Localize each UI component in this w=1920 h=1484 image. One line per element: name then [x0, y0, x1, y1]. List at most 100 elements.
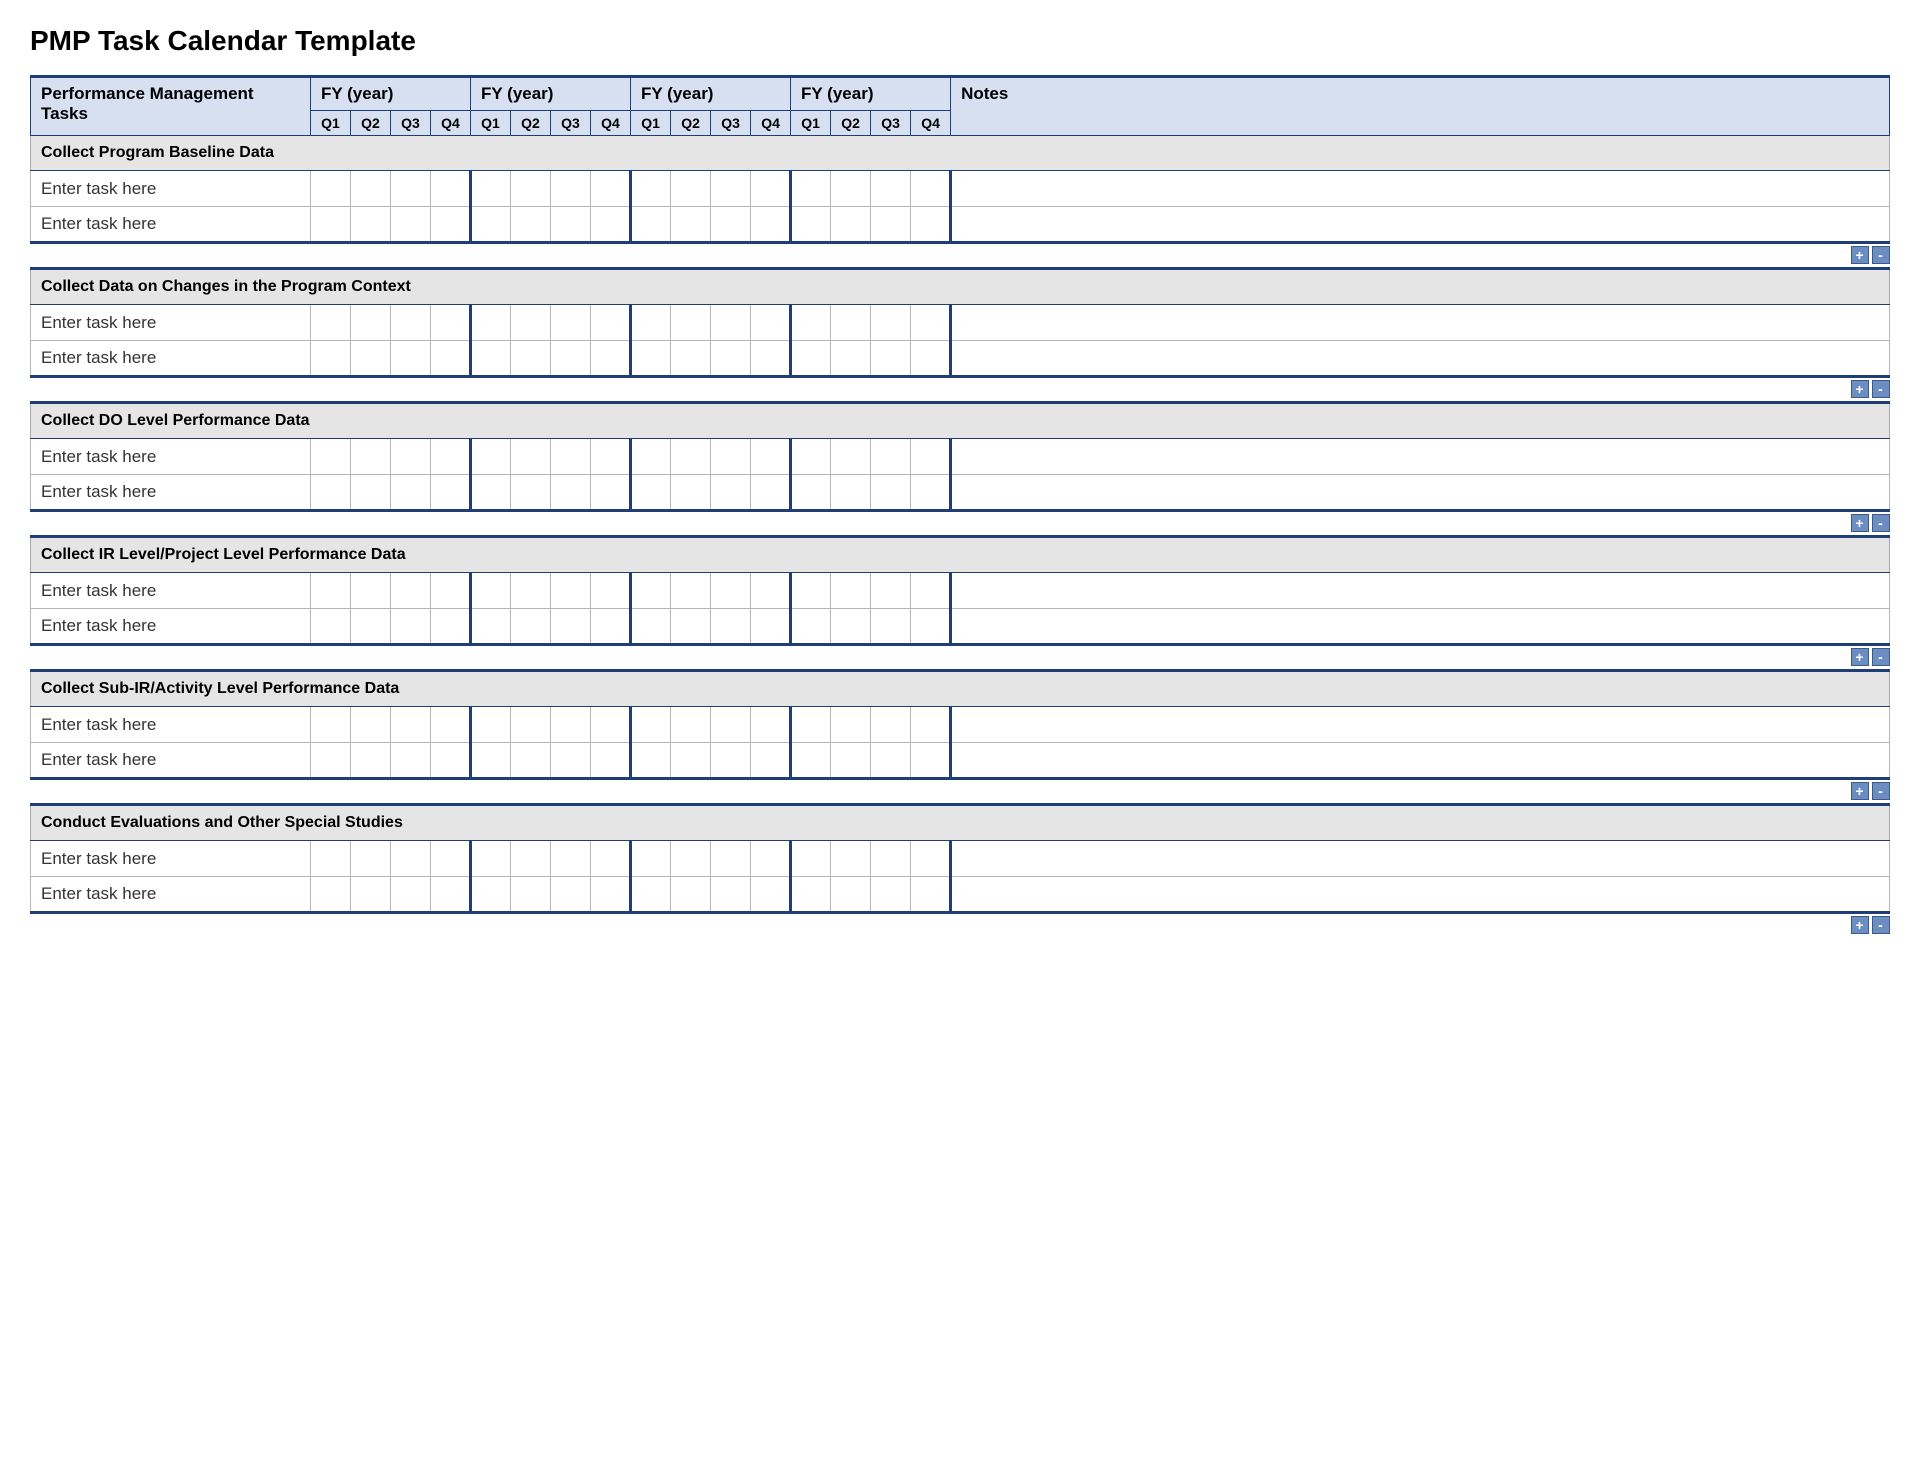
quarter-cell[interactable]: [831, 305, 871, 341]
add-row-button[interactable]: +: [1851, 514, 1869, 532]
notes-cell[interactable]: [951, 341, 1890, 377]
quarter-cell[interactable]: [591, 707, 631, 743]
quarter-cell[interactable]: [391, 877, 431, 913]
quarter-cell[interactable]: [351, 341, 391, 377]
quarter-cell[interactable]: [871, 341, 911, 377]
quarter-cell[interactable]: [791, 341, 831, 377]
quarter-cell[interactable]: [791, 207, 831, 243]
quarter-cell[interactable]: [391, 841, 431, 877]
quarter-cell[interactable]: [591, 171, 631, 207]
notes-cell[interactable]: [951, 475, 1890, 511]
quarter-cell[interactable]: [311, 341, 351, 377]
quarter-cell[interactable]: [311, 439, 351, 475]
quarter-cell[interactable]: [751, 475, 791, 511]
notes-cell[interactable]: [951, 841, 1890, 877]
notes-cell[interactable]: [951, 573, 1890, 609]
quarter-cell[interactable]: [311, 877, 351, 913]
quarter-cell[interactable]: [711, 573, 751, 609]
quarter-cell[interactable]: [631, 573, 671, 609]
quarter-cell[interactable]: [591, 609, 631, 645]
quarter-cell[interactable]: [871, 877, 911, 913]
quarter-cell[interactable]: [391, 439, 431, 475]
quarter-cell[interactable]: [591, 439, 631, 475]
notes-cell[interactable]: [951, 439, 1890, 475]
quarter-cell[interactable]: [391, 609, 431, 645]
quarter-cell[interactable]: [831, 171, 871, 207]
quarter-cell[interactable]: [471, 305, 511, 341]
quarter-cell[interactable]: [511, 171, 551, 207]
quarter-cell[interactable]: [711, 609, 751, 645]
quarter-cell[interactable]: [671, 707, 711, 743]
quarter-cell[interactable]: [711, 877, 751, 913]
quarter-cell[interactable]: [751, 841, 791, 877]
quarter-cell[interactable]: [791, 573, 831, 609]
notes-cell[interactable]: [951, 877, 1890, 913]
task-label-cell[interactable]: Enter task here: [31, 841, 311, 877]
quarter-cell[interactable]: [551, 475, 591, 511]
remove-row-button[interactable]: -: [1872, 514, 1890, 532]
notes-cell[interactable]: [951, 609, 1890, 645]
quarter-cell[interactable]: [391, 305, 431, 341]
task-label-cell[interactable]: Enter task here: [31, 341, 311, 377]
quarter-cell[interactable]: [351, 743, 391, 779]
quarter-cell[interactable]: [471, 341, 511, 377]
quarter-cell[interactable]: [711, 207, 751, 243]
quarter-cell[interactable]: [511, 841, 551, 877]
quarter-cell[interactable]: [671, 573, 711, 609]
quarter-cell[interactable]: [831, 573, 871, 609]
quarter-cell[interactable]: [711, 743, 751, 779]
task-label-cell[interactable]: Enter task here: [31, 171, 311, 207]
quarter-cell[interactable]: [551, 439, 591, 475]
quarter-cell[interactable]: [631, 877, 671, 913]
quarter-cell[interactable]: [351, 439, 391, 475]
add-row-button[interactable]: +: [1851, 648, 1869, 666]
quarter-cell[interactable]: [311, 707, 351, 743]
quarter-cell[interactable]: [471, 609, 511, 645]
quarter-cell[interactable]: [431, 841, 471, 877]
quarter-cell[interactable]: [791, 743, 831, 779]
quarter-cell[interactable]: [871, 841, 911, 877]
quarter-cell[interactable]: [791, 877, 831, 913]
quarter-cell[interactable]: [551, 341, 591, 377]
quarter-cell[interactable]: [871, 439, 911, 475]
quarter-cell[interactable]: [351, 475, 391, 511]
quarter-cell[interactable]: [791, 707, 831, 743]
quarter-cell[interactable]: [431, 341, 471, 377]
add-row-button[interactable]: +: [1851, 246, 1869, 264]
quarter-cell[interactable]: [671, 609, 711, 645]
quarter-cell[interactable]: [671, 877, 711, 913]
quarter-cell[interactable]: [831, 707, 871, 743]
quarter-cell[interactable]: [871, 573, 911, 609]
quarter-cell[interactable]: [711, 439, 751, 475]
quarter-cell[interactable]: [911, 707, 951, 743]
remove-row-button[interactable]: -: [1872, 246, 1890, 264]
quarter-cell[interactable]: [631, 743, 671, 779]
quarter-cell[interactable]: [551, 305, 591, 341]
quarter-cell[interactable]: [911, 475, 951, 511]
quarter-cell[interactable]: [871, 171, 911, 207]
quarter-cell[interactable]: [751, 341, 791, 377]
quarter-cell[interactable]: [631, 305, 671, 341]
quarter-cell[interactable]: [791, 305, 831, 341]
quarter-cell[interactable]: [671, 341, 711, 377]
quarter-cell[interactable]: [711, 341, 751, 377]
quarter-cell[interactable]: [831, 439, 871, 475]
quarter-cell[interactable]: [591, 841, 631, 877]
quarter-cell[interactable]: [511, 341, 551, 377]
remove-row-button[interactable]: -: [1872, 782, 1890, 800]
quarter-cell[interactable]: [511, 877, 551, 913]
task-label-cell[interactable]: Enter task here: [31, 207, 311, 243]
quarter-cell[interactable]: [911, 207, 951, 243]
task-label-cell[interactable]: Enter task here: [31, 573, 311, 609]
quarter-cell[interactable]: [391, 573, 431, 609]
quarter-cell[interactable]: [871, 707, 911, 743]
notes-cell[interactable]: [951, 707, 1890, 743]
quarter-cell[interactable]: [431, 207, 471, 243]
quarter-cell[interactable]: [511, 573, 551, 609]
quarter-cell[interactable]: [911, 305, 951, 341]
quarter-cell[interactable]: [631, 439, 671, 475]
quarter-cell[interactable]: [391, 475, 431, 511]
quarter-cell[interactable]: [631, 171, 671, 207]
task-label-cell[interactable]: Enter task here: [31, 707, 311, 743]
quarter-cell[interactable]: [591, 475, 631, 511]
